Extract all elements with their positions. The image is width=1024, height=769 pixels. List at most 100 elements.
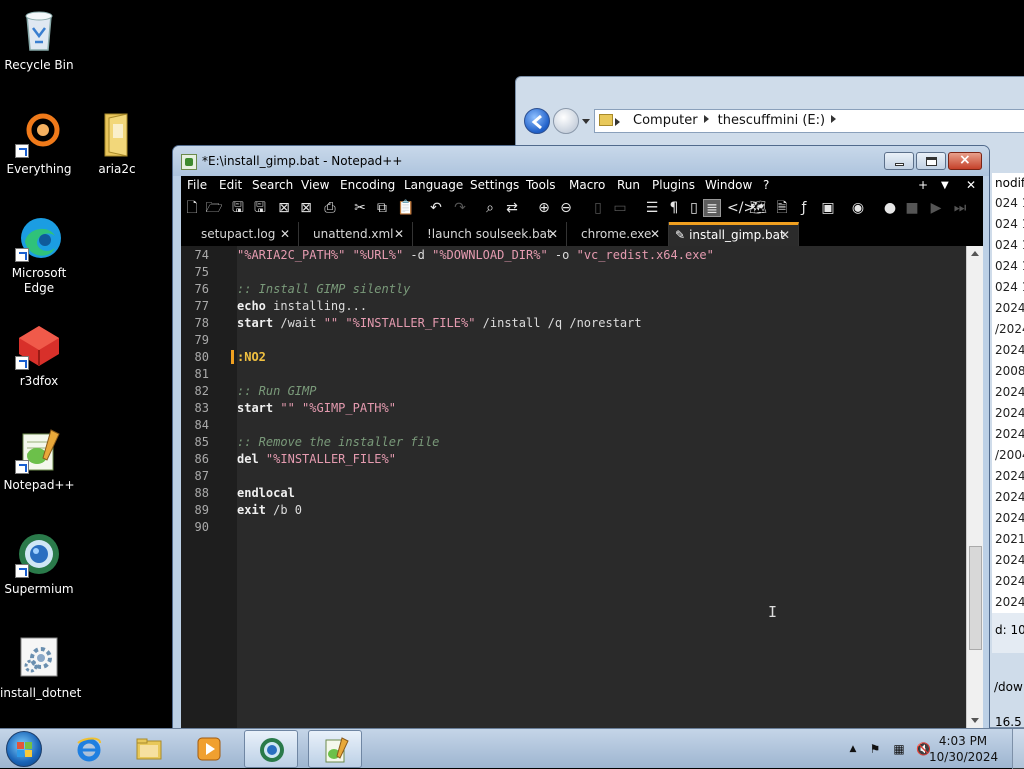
stop-macro-icon[interactable]: ■ — [903, 199, 921, 217]
code-line[interactable]: "%ARIA2C_PATH%" "%URL%" -d "%DOWNLOAD_DI… — [237, 248, 714, 262]
desktop-icon-notepadpp[interactable]: Notepad++ — [0, 426, 78, 493]
list-item[interactable]: 2024 11 — [992, 466, 1024, 487]
close-icon[interactable]: ✕ — [280, 222, 290, 246]
taskbar-media-player[interactable] — [182, 730, 236, 768]
close-tab-button[interactable]: ✕ — [966, 178, 976, 192]
code-line[interactable]: endlocal — [237, 486, 295, 500]
taskbar-notepadpp[interactable] — [308, 730, 362, 768]
find-icon[interactable]: ⌕ — [481, 199, 499, 217]
recent-pages-chevron-icon[interactable] — [582, 119, 590, 124]
open-file-icon[interactable]: 🗁 — [205, 199, 223, 217]
list-item[interactable]: 2021 5: — [992, 529, 1024, 550]
list-item[interactable]: 2024 6: — [992, 298, 1024, 319]
list-item[interactable]: 024 12: — [992, 193, 1024, 214]
menu-view[interactable]: View — [301, 178, 329, 192]
function-list-icon[interactable]: ƒ — [795, 199, 813, 217]
list-item[interactable]: 2024 5: — [992, 403, 1024, 424]
word-wrap-icon[interactable]: ☰ — [643, 199, 661, 217]
column-header-date-modified[interactable]: nodifi — [992, 173, 1024, 193]
back-button[interactable] — [524, 108, 550, 134]
list-item[interactable]: 2024 3: — [992, 571, 1024, 592]
tab-launch-soulseek-bat[interactable]: !launch soulseek.bat ✕ — [413, 222, 567, 246]
show-desktop-button[interactable] — [1012, 729, 1024, 769]
tab-list-dropdown[interactable]: ▼ — [941, 180, 949, 191]
tab-install-gimp-bat[interactable]: ✎ install_gimp.bat ✕ — [669, 222, 799, 246]
show-hidden-icons-chevron-icon[interactable]: ▲ — [846, 742, 860, 756]
cut-icon[interactable]: ✂ — [351, 199, 369, 217]
menu-edit[interactable]: Edit — [219, 178, 242, 192]
close-icon[interactable]: ✕ — [650, 222, 660, 246]
network-icon[interactable]: ▦ — [892, 742, 906, 756]
list-item[interactable]: 2024 3: — [992, 382, 1024, 403]
record-macro-icon[interactable]: ● — [881, 199, 899, 217]
sync-vertical-icon[interactable]: ▯ — [589, 199, 607, 217]
list-item[interactable]: 2024 3: — [992, 424, 1024, 445]
forward-button[interactable] — [553, 108, 579, 134]
copy-icon[interactable]: ⧉ — [373, 199, 391, 217]
list-item[interactable]: /2004 1 — [992, 445, 1024, 466]
list-item[interactable]: 2024 3: — [992, 508, 1024, 529]
address-bar[interactable]: Computer thescuffmini (E:) — [594, 109, 1024, 133]
map-icon[interactable]: 🗺 — [749, 199, 767, 217]
menu-settings[interactable]: Settings — [470, 178, 519, 192]
play-macro-icon[interactable]: ▶ — [927, 199, 945, 217]
menu-help[interactable]: ? — [763, 178, 769, 192]
list-item[interactable]: 024 12: — [992, 277, 1024, 298]
start-button[interactable] — [6, 731, 42, 767]
save-all-icon[interactable]: 🖫 — [251, 199, 269, 217]
breadcrumb-drive[interactable]: thescuffmini (E:) — [718, 113, 825, 128]
run-macro-multiple-icon[interactable]: ⏭ — [951, 199, 969, 217]
notepadpp-icon[interactable] — [181, 154, 197, 170]
menu-window[interactable]: Window — [705, 178, 752, 192]
close-icon[interactable]: ✕ — [394, 222, 404, 246]
file-list[interactable]: 024 12:024 12:024 12:024 12:024 12:2024 … — [992, 193, 1024, 613]
folder-workspace-icon[interactable]: ▣ — [819, 199, 837, 217]
desktop-icon-aria2c[interactable]: aria2c — [78, 110, 156, 177]
indent-guide-icon[interactable]: ▯ — [685, 199, 703, 217]
zoom-in-icon[interactable]: ⊕ — [535, 199, 553, 217]
list-item[interactable]: 2024 3: — [992, 487, 1024, 508]
taskbar-internet-explorer[interactable] — [62, 730, 116, 768]
breadcrumb-computer[interactable]: Computer — [633, 113, 698, 128]
volume-muted-icon[interactable]: 🔇 — [916, 742, 931, 756]
paste-icon[interactable]: 📋 — [397, 199, 415, 217]
close-icon[interactable]: ✕ — [548, 222, 558, 246]
clock-date[interactable]: 10/30/2024 — [929, 750, 998, 764]
clock-time[interactable]: 4:03 PM — [929, 734, 997, 748]
menu-search[interactable]: Search — [252, 178, 293, 192]
list-item[interactable]: 024 12: — [992, 235, 1024, 256]
close-file-icon[interactable]: ⊠ — [275, 199, 293, 217]
scroll-up-icon[interactable] — [971, 251, 979, 256]
breadcrumb-arrow-icon[interactable] — [703, 115, 709, 123]
breadcrumb-arrow-icon[interactable] — [831, 115, 837, 123]
list-item[interactable]: 024 12: — [992, 256, 1024, 277]
desktop-icon-everything[interactable]: Everything — [0, 110, 78, 177]
list-item[interactable]: 2024 3: — [992, 550, 1024, 571]
menu-macro[interactable]: Macro — [569, 178, 605, 192]
list-item[interactable]: /2024 9 — [992, 319, 1024, 340]
taskbar-file-explorer[interactable] — [122, 730, 176, 768]
document-map-list-icon[interactable]: ≣ — [703, 199, 721, 217]
code-line[interactable]: start /wait "" "%INSTALLER_FILE%" /insta… — [237, 316, 642, 330]
menu-file[interactable]: File — [187, 178, 207, 192]
list-item[interactable]: 024 12: — [992, 214, 1024, 235]
code-line[interactable]: start "" "%GIMP_PATH%" — [237, 401, 396, 415]
sync-horizontal-icon[interactable]: ▭ — [611, 199, 629, 217]
menu-language[interactable]: Language — [404, 178, 463, 192]
action-center-flag-icon[interactable]: ⚑ — [868, 742, 882, 756]
minimize-button[interactable] — [884, 152, 914, 170]
desktop-icon-supermium[interactable]: Supermium — [0, 530, 78, 597]
maximize-button[interactable] — [916, 152, 946, 170]
tab-unattend-xml[interactable]: unattend.xml ✕ — [299, 222, 413, 246]
new-file-icon[interactable]: 🗋 — [183, 199, 201, 217]
taskbar-supermium[interactable] — [244, 730, 298, 768]
desktop-icon-recycle-bin[interactable]: Recycle Bin — [0, 6, 78, 73]
list-item[interactable]: 2024 3: — [992, 340, 1024, 361]
close-icon[interactable]: ✕ — [780, 225, 790, 245]
code-line[interactable]: exit /b 0 — [237, 503, 302, 517]
document-list-icon[interactable]: 🗎 — [773, 199, 791, 217]
code-view-icon[interactable]: </> — [727, 199, 755, 217]
notepadpp-window[interactable]: *E:\install_gimp.bat - Notepad++ × File … — [172, 145, 990, 728]
close-all-icon[interactable]: ⊠ — [297, 199, 315, 217]
menu-plugins[interactable]: Plugins — [652, 178, 695, 192]
